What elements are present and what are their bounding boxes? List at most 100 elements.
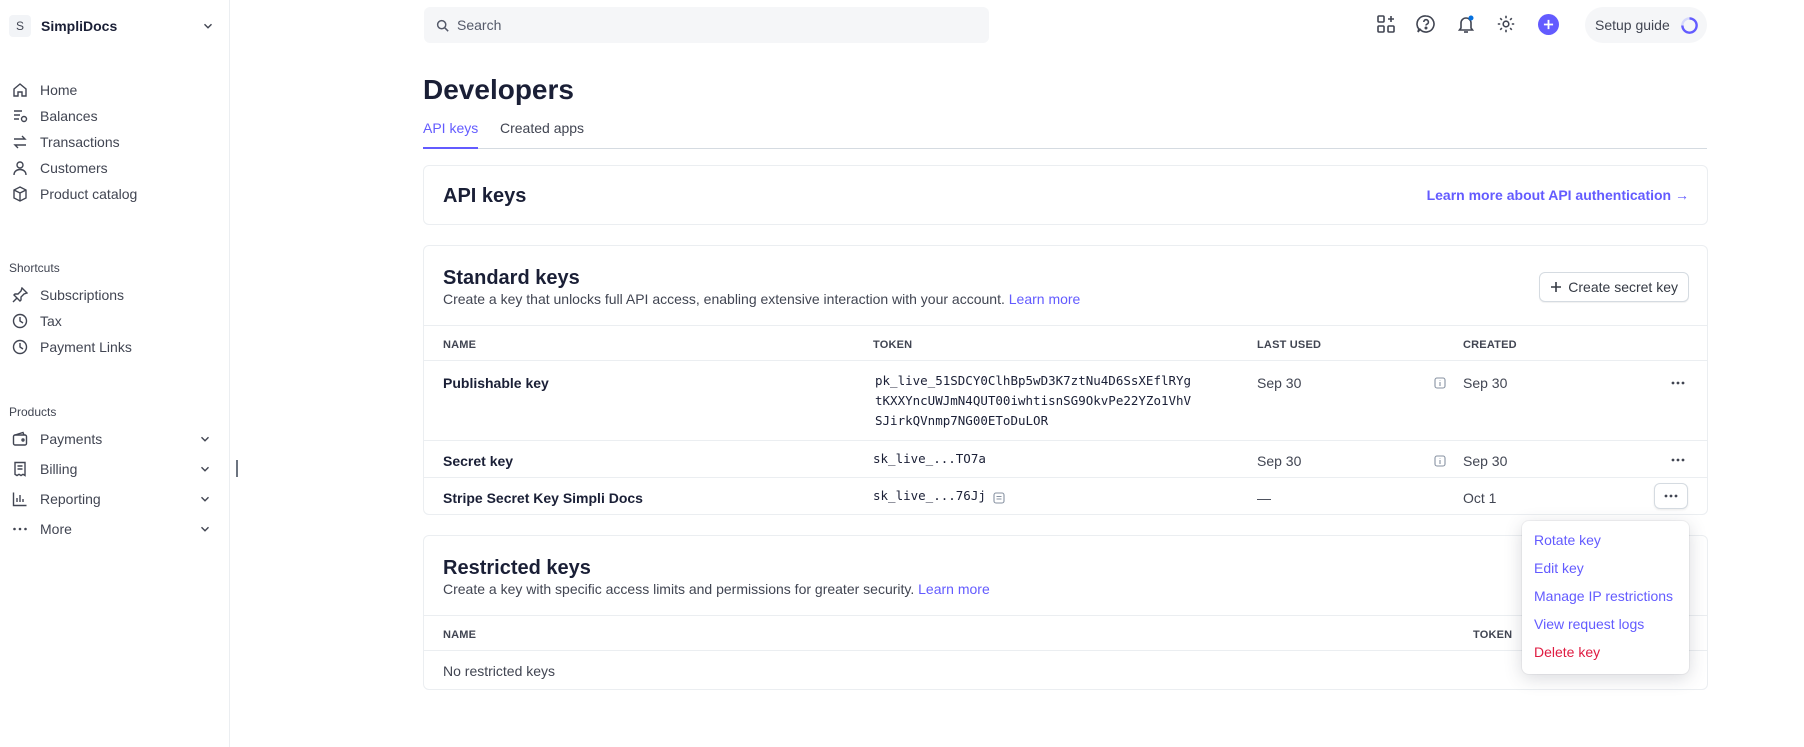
- last-used: Sep 30: [1257, 453, 1302, 469]
- sidebar-item-label: Payment Links: [40, 339, 132, 355]
- key-name: Secret key: [443, 453, 514, 469]
- sidebar-item-balances[interactable]: Balances: [12, 103, 212, 129]
- table-row: Secret key sk_live_...TO7a Sep 30 Sep 30: [424, 441, 1707, 478]
- sidebar-item-transactions[interactable]: Transactions: [12, 129, 212, 155]
- api-keys-title: API keys: [443, 185, 527, 207]
- learn-more-link[interactable]: Learn more: [918, 581, 990, 597]
- note-icon[interactable]: [993, 492, 1005, 504]
- menu-item-edit-key[interactable]: Edit key: [1534, 560, 1584, 576]
- product-catalog-icon: [13, 186, 27, 202]
- column-name: NAME: [443, 629, 477, 641]
- last-used: —: [1257, 490, 1271, 506]
- bell-icon[interactable]: [1456, 14, 1476, 34]
- menu-item-rotate-key[interactable]: Rotate key: [1534, 532, 1601, 548]
- sidebar-item-more[interactable]: More: [12, 516, 212, 542]
- home-icon: [13, 83, 27, 97]
- restricted-keys-description: Create a key with specific access limits…: [443, 581, 990, 597]
- sidebar-item-billing[interactable]: Billing: [12, 456, 212, 482]
- sidebar-item-label: Reporting: [40, 491, 101, 507]
- created-date: Sep 30: [1463, 453, 1508, 469]
- account-avatar: S: [9, 15, 31, 37]
- search-input[interactable]: [457, 17, 977, 33]
- sidebar-item-reporting[interactable]: Reporting: [12, 486, 212, 512]
- chevron-down-icon: [201, 526, 209, 532]
- sidebar-item-subscriptions[interactable]: Subscriptions: [12, 282, 212, 308]
- sidebar-item-label: Payments: [40, 431, 103, 447]
- pin-icon: [12, 287, 28, 303]
- menu-item-view-request-logs[interactable]: View request logs: [1534, 616, 1644, 632]
- sidebar-item-label: Home: [40, 82, 78, 98]
- table-header: NAME TOKEN: [424, 615, 1707, 651]
- sidebar-resize-handle[interactable]: [236, 460, 238, 477]
- chevron-down-icon: [201, 466, 209, 472]
- sidebar-item-label: Product catalog: [40, 186, 138, 202]
- sidebar-item-label: Transactions: [40, 134, 120, 150]
- row-actions-button[interactable]: [1669, 376, 1687, 390]
- create-secret-key-button[interactable]: Create secret key: [1539, 272, 1689, 302]
- table-row: Publishable key pk_live_51SDCY0ClhBp5wD3…: [424, 361, 1707, 441]
- sidebar-item-customers[interactable]: Customers: [12, 155, 212, 181]
- description-text: Create a key that unlocks full API acces…: [443, 291, 1005, 307]
- column-created: CREATED: [1463, 339, 1517, 351]
- sidebar-item-product-catalog[interactable]: Product catalog: [12, 181, 212, 207]
- row-actions-button[interactable]: [1669, 453, 1687, 467]
- progress-ring-icon: [1681, 17, 1698, 34]
- table-row: Stripe Secret Key Simpli Docs sk_live_..…: [424, 478, 1707, 515]
- apps-icon[interactable]: [1376, 14, 1396, 34]
- token-line: tKXXYncUWJmN4QUT00iwhtisnSG9OkvPe22YZo1V…: [875, 393, 1192, 408]
- column-token: TOKEN: [1473, 629, 1513, 641]
- customers-icon: [13, 161, 27, 176]
- sidebar-item-label: More: [40, 521, 72, 537]
- sidebar-item-label: Subscriptions: [40, 287, 125, 303]
- clock-icon: [12, 313, 28, 329]
- search-icon: [436, 19, 449, 32]
- search-bar[interactable]: [424, 7, 989, 43]
- sidebar-item-tax[interactable]: Tax: [12, 308, 212, 334]
- last-used: Sep 30: [1257, 375, 1302, 391]
- learn-more-link[interactable]: Learn more: [1009, 291, 1081, 307]
- sidebar-item-label: Tax: [40, 313, 62, 329]
- info-icon[interactable]: [1434, 377, 1446, 389]
- column-token: TOKEN: [873, 339, 913, 351]
- more-dots-icon: [1671, 381, 1685, 385]
- info-icon[interactable]: [1434, 455, 1446, 467]
- create-secret-key-label: Create secret key: [1568, 279, 1678, 295]
- products-heading: Products: [9, 405, 57, 419]
- gear-icon[interactable]: [1496, 14, 1516, 34]
- token-line: SJirkQVnmp7NG00EToDuLOR: [875, 413, 1049, 428]
- menu-item-delete-key[interactable]: Delete key: [1534, 644, 1600, 660]
- standard-keys-description: Create a key that unlocks full API acces…: [443, 291, 1080, 307]
- sidebar-item-label: Balances: [40, 108, 98, 124]
- restricted-keys-title: Restricted keys: [443, 557, 591, 579]
- api-authentication-link[interactable]: Learn more about API authentication →: [1427, 187, 1689, 203]
- setup-guide-button[interactable]: Setup guide: [1585, 7, 1707, 43]
- secret-key-token[interactable]: sk_live_...TO7a: [873, 449, 986, 469]
- plus-icon: [1543, 19, 1554, 30]
- sidebar-item-home[interactable]: Home: [12, 77, 212, 103]
- help-icon[interactable]: [1416, 14, 1436, 34]
- menu-item-manage-ip-restrictions[interactable]: Manage IP restrictions: [1534, 588, 1673, 604]
- payments-icon: [12, 431, 28, 446]
- clock-icon: [12, 339, 28, 355]
- setup-guide-label: Setup guide: [1595, 17, 1670, 33]
- secret-key-token[interactable]: sk_live_...76Jj: [873, 486, 986, 506]
- key-name: Publishable key: [443, 375, 549, 391]
- tab-api-keys[interactable]: API keys: [423, 120, 479, 149]
- tab-created-apps[interactable]: Created apps: [500, 120, 584, 149]
- chevron-down-icon: [201, 496, 209, 502]
- more-dots-icon: [13, 527, 27, 531]
- balances-icon: [14, 110, 28, 123]
- standard-keys-title: Standard keys: [443, 267, 580, 289]
- publishable-key-token[interactable]: pk_live_51SDCY0ClhBp5wD3K7ztNu4D6SsXEflR…: [875, 371, 1191, 431]
- account-switcher[interactable]: S SimpliDocs: [9, 13, 215, 39]
- billing-icon: [14, 461, 26, 477]
- column-last-used: LAST USED: [1257, 339, 1322, 351]
- row-actions-button[interactable]: [1654, 483, 1688, 509]
- table-header: NAME TOKEN LAST USED CREATED: [424, 325, 1707, 361]
- create-new-button[interactable]: [1538, 14, 1559, 35]
- sidebar-item-payment-links[interactable]: Payment Links: [12, 334, 212, 360]
- sidebar-item-payments[interactable]: Payments: [12, 426, 212, 452]
- page-title: Developers: [423, 74, 574, 105]
- chevron-down-icon: [201, 436, 209, 442]
- more-dots-icon: [1671, 458, 1685, 462]
